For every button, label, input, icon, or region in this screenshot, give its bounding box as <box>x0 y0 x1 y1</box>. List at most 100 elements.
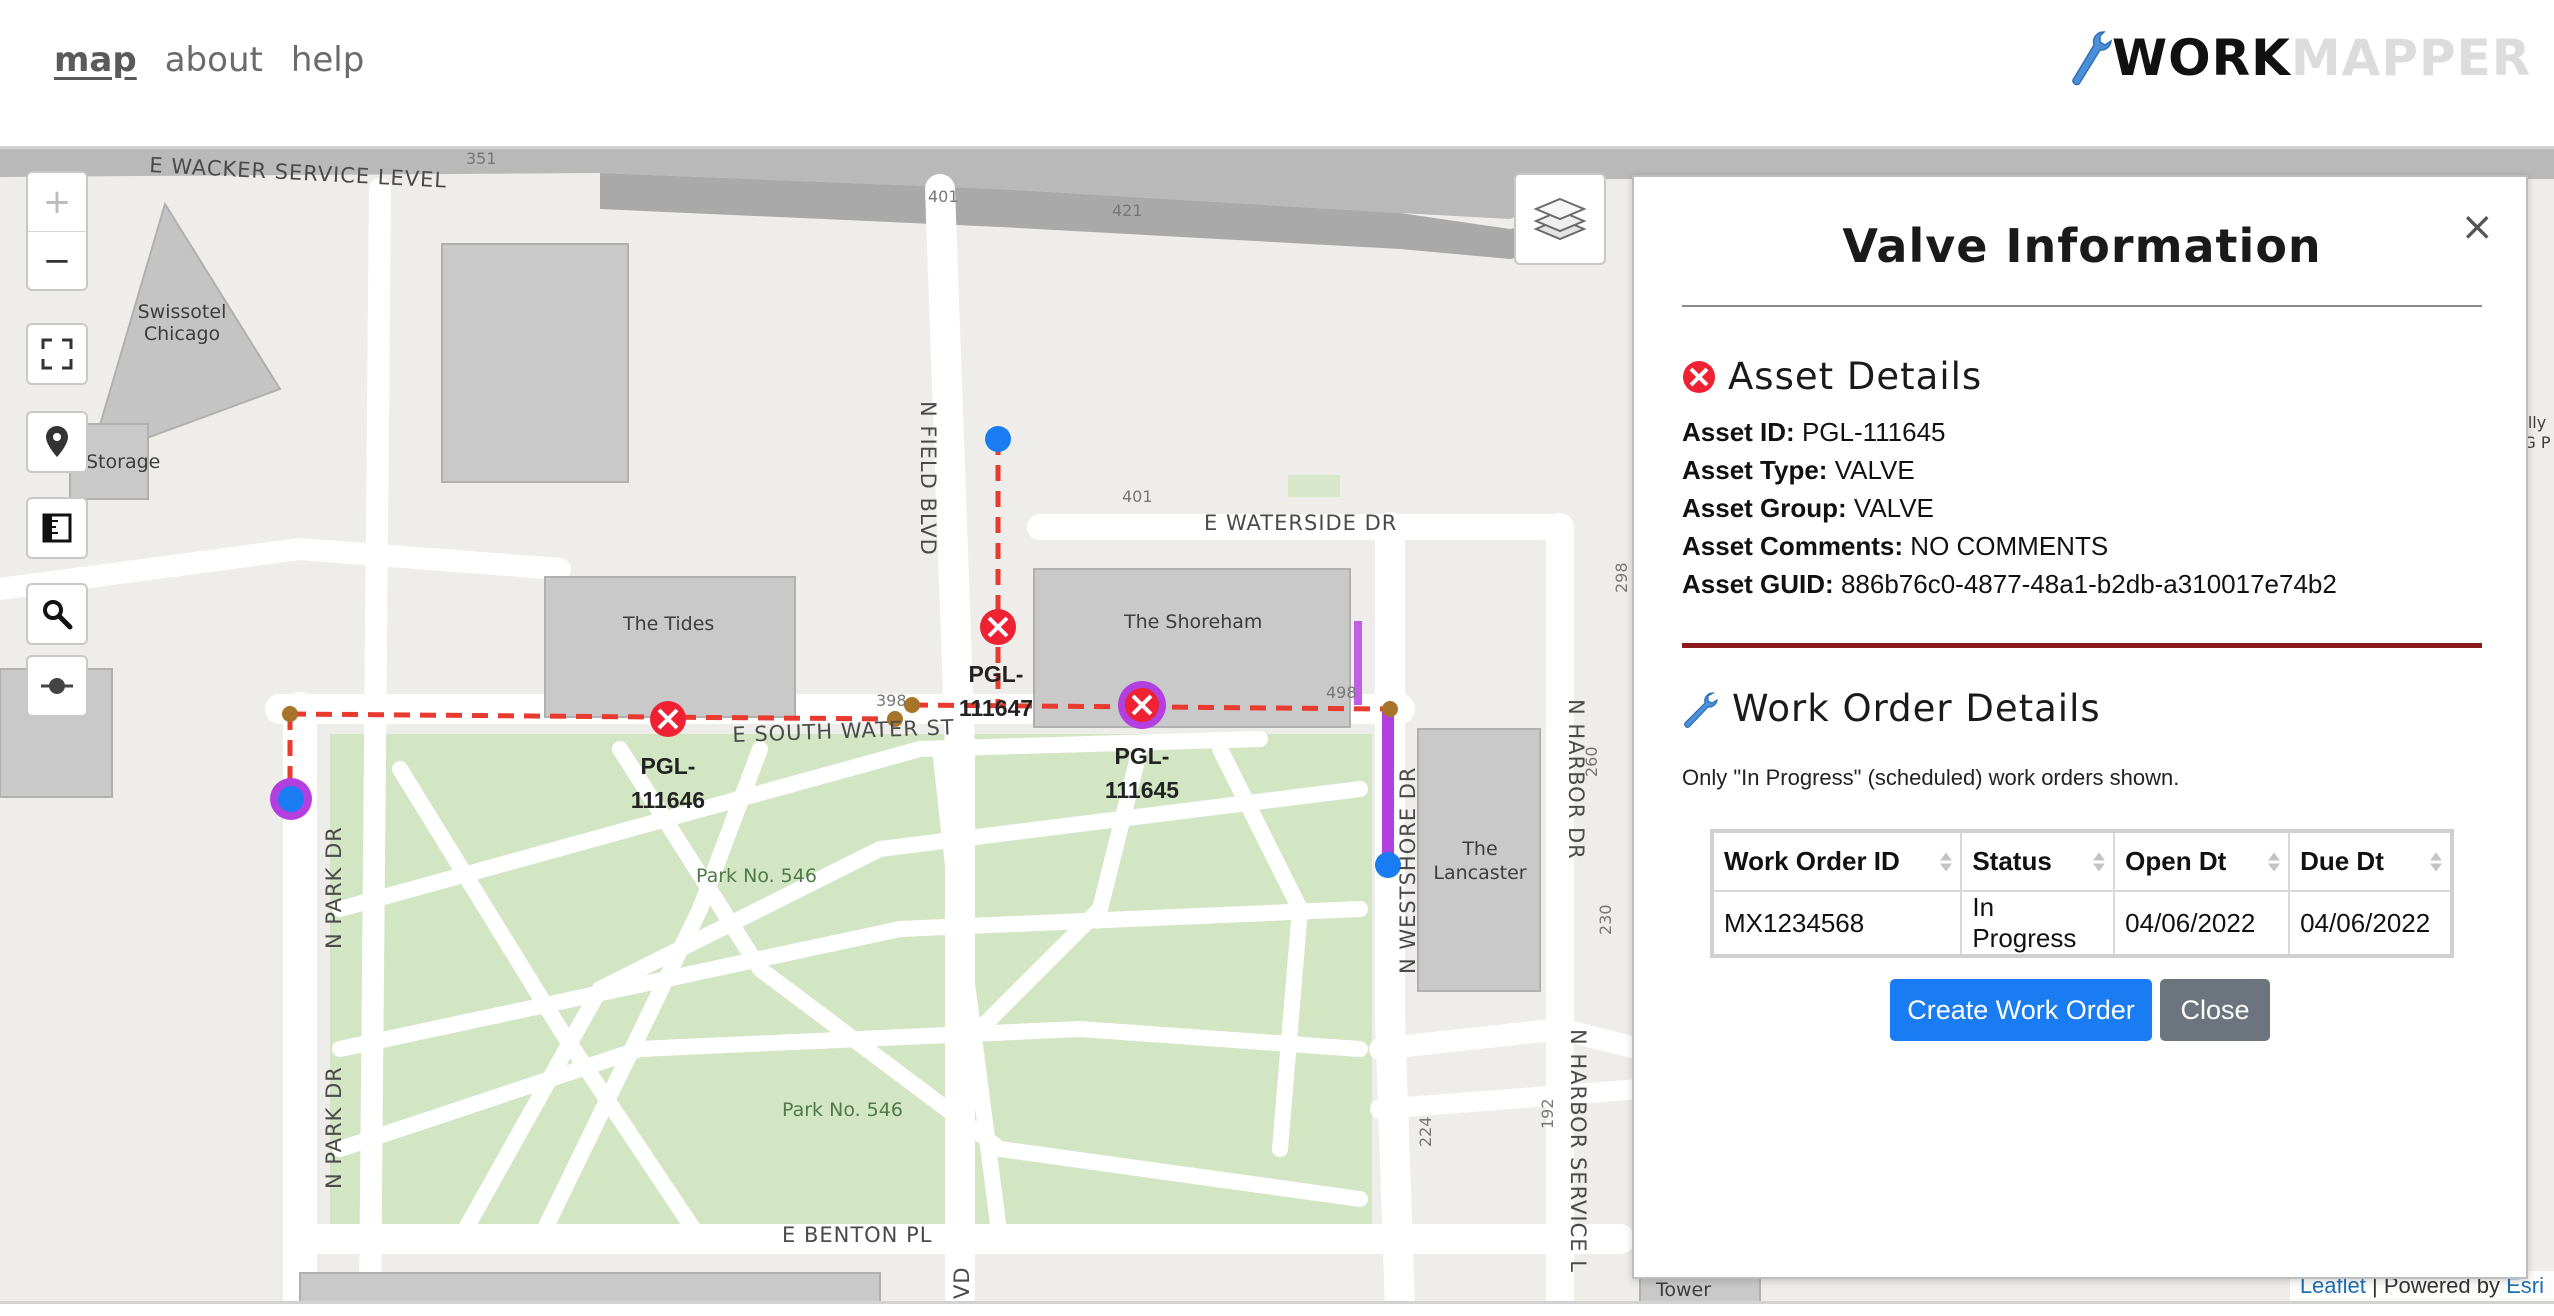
column-header-status[interactable]: Status <box>1960 830 2116 892</box>
logo-text-mapper: MAPPER <box>2290 29 2532 87</box>
wrench-icon <box>1684 691 1718 728</box>
building-label-shoreham: The Shoreham <box>1124 611 1263 633</box>
asset-group-row: Asset Group: VALVE <box>1682 493 1934 524</box>
selected-valve-icon[interactable] <box>1118 681 1166 729</box>
map-pin-icon <box>46 426 68 457</box>
divider <box>1682 305 2482 307</box>
wrench-icon <box>2068 28 2112 88</box>
street-label-harbor: N HARBOR DR <box>1564 699 1588 860</box>
zoom-out-button[interactable]: − <box>28 231 86 289</box>
layers-icon <box>1533 197 1587 241</box>
table-header-row: Work Order ID Status Open Dt Due Dt <box>1710 830 2453 892</box>
logo-text-work: WORK <box>2112 29 2291 87</box>
asset-details-heading: Asset Details <box>1682 355 1982 398</box>
table-cell: In Progress <box>1960 890 2116 957</box>
address-number: 298 <box>1612 562 1631 593</box>
valve-icon[interactable] <box>980 609 1016 645</box>
opacity-control <box>26 655 88 717</box>
valve-icon <box>1683 360 1715 393</box>
nav-about-link[interactable]: about <box>165 40 263 80</box>
map-canvas[interactable]: E WACKER SERVICE LEVEL E WATERSIDE DR E … <box>0 146 2554 1304</box>
sort-icon <box>1940 852 1953 871</box>
asset-type-row: Asset Type: VALVE <box>1682 455 1915 486</box>
building-label-storage: Storage <box>86 451 161 473</box>
top-header: map about help WORK MAPPER <box>0 0 2554 146</box>
address-number: 351 <box>466 149 497 168</box>
valve-icon[interactable] <box>650 701 686 737</box>
close-button[interactable]: Close <box>2160 979 2270 1041</box>
panel-title: Valve Information <box>1842 219 2322 273</box>
asset-label-line1: PGL- <box>640 753 696 779</box>
asset-label-line2: 111645 <box>1104 777 1180 803</box>
fullscreen-control <box>26 323 88 385</box>
hydrant-node[interactable] <box>985 426 1011 452</box>
field-label: Asset ID: <box>1682 417 1795 447</box>
measure-button[interactable] <box>28 499 86 557</box>
street-label-benton: E BENTON PL <box>782 1223 933 1247</box>
field-value: 886b76c0-4877-48a1-b2db-a310017e74b2 <box>1840 569 2337 599</box>
address-number: 401 <box>1122 487 1153 506</box>
fullscreen-button[interactable] <box>28 325 86 383</box>
work-order-note: Only "In Progress" (scheduled) work orde… <box>1682 765 2180 790</box>
search-button[interactable] <box>28 585 86 643</box>
street-label-field: N FIELD BLVD <box>916 401 940 556</box>
nav-help-link[interactable]: help <box>291 40 365 80</box>
work-order-table: Work Order ID Status Open Dt Due Dt MX12… <box>1710 829 2454 958</box>
street-label-park-1: N PARK DR <box>322 826 346 949</box>
street-label-harbor-service: N HARBOR SERVICE L <box>1566 1029 1590 1273</box>
building-label-tides: The Tides <box>623 613 715 635</box>
section-divider <box>1682 643 2482 648</box>
field-label: Asset Comments: <box>1682 531 1904 561</box>
locate-button[interactable] <box>28 413 86 471</box>
asset-label-line1: PGL- <box>1114 743 1170 769</box>
selected-hydrant-core <box>278 786 304 812</box>
asset-label-line2: 111647 <box>958 695 1034 721</box>
asset-comments-row: Asset Comments: NO COMMENTS <box>1682 531 2108 562</box>
sort-icon <box>2093 852 2106 871</box>
table-cell: 04/06/2022 <box>2113 890 2291 957</box>
ruler-icon <box>42 513 72 543</box>
field-value: VALVE <box>1834 455 1915 485</box>
create-work-order-button[interactable]: Create Work Order <box>1890 979 2152 1041</box>
locate-control <box>26 411 88 473</box>
workmapper-logo[interactable]: WORK MAPPER <box>2068 28 2531 88</box>
column-header-due-dt[interactable]: Due Dt <box>2288 830 2453 892</box>
park-label-a: Park No. 546 <box>696 865 817 887</box>
column-header-work-order-id[interactable]: Work Order ID <box>1710 830 1963 892</box>
park-label-b: Park No. 546 <box>782 1099 903 1121</box>
table-cell: 04/06/2022 <box>2288 890 2453 957</box>
nav-map-link[interactable]: map <box>54 40 137 80</box>
asset-label-pgl-111646[interactable]: PGL- 111646 <box>622 749 714 817</box>
address-number: 398 <box>876 691 907 710</box>
asset-label-pgl-111647[interactable]: PGL- 111647 <box>950 657 1042 725</box>
table-row[interactable]: MX1234568 In Progress 04/06/2022 04/06/2… <box>1710 890 2453 957</box>
search-control <box>26 583 88 645</box>
street-label-waterside: E WATERSIDE DR <box>1204 511 1398 535</box>
address-number: 421 <box>1112 201 1143 220</box>
street-label-park-2: N PARK DR <box>322 1066 346 1189</box>
address-number: 260 <box>1582 746 1601 777</box>
sort-icon <box>2268 852 2281 871</box>
pipe-node[interactable] <box>1382 701 1398 717</box>
building-label-swissotel: Swissotel Chicago <box>137 301 227 345</box>
work-order-title: Work Order Details <box>1732 687 2101 730</box>
table-cell: MX1234568 <box>1710 890 1963 957</box>
measure-control <box>26 497 88 559</box>
address-number: 498 <box>1326 683 1357 702</box>
asset-id-row: Asset ID: PGL-111645 <box>1682 417 1946 448</box>
field-value: PGL-111645 <box>1801 417 1946 447</box>
field-label: Asset Group: <box>1682 493 1847 523</box>
zoom-in-button[interactable]: + <box>28 173 86 231</box>
pipe-node[interactable] <box>282 706 298 722</box>
layers-button[interactable] <box>1514 173 1606 265</box>
column-header-open-dt[interactable]: Open Dt <box>2113 830 2291 892</box>
opacity-slider-button[interactable] <box>28 657 86 715</box>
fullscreen-icon <box>41 338 73 370</box>
asset-details-title: Asset Details <box>1728 355 1983 398</box>
main-nav: map about help <box>54 40 364 80</box>
asset-label-pgl-111645[interactable]: PGL- 111645 <box>1096 739 1188 807</box>
zoom-control: + − <box>26 171 88 291</box>
field-value: NO COMMENTS <box>1910 531 2109 561</box>
panel-close-button[interactable]: × <box>2460 207 2494 247</box>
field-value: VALVE <box>1853 493 1934 523</box>
